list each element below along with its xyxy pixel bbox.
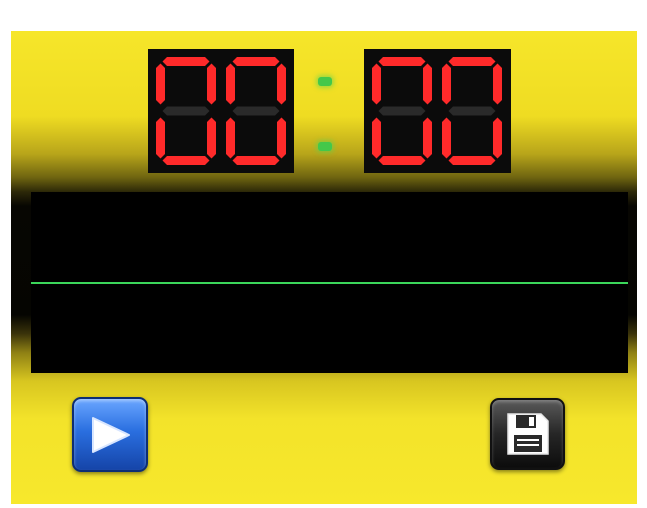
segment-e [372,117,381,159]
segment-f [226,63,235,105]
segment-a [448,57,496,66]
segment-c [207,117,216,159]
colon-bottom-dot [318,142,332,151]
segment-e [156,117,165,159]
segment-f [442,63,451,105]
play-button[interactable] [72,397,148,472]
waveform-trace [31,282,628,284]
segment-f [372,63,381,105]
waveform-display [31,192,628,373]
save-button[interactable] [490,398,565,470]
segment-b [207,63,216,105]
segment-g [162,106,210,116]
segment-c [277,117,286,159]
segment-g [232,106,280,116]
segment-a [232,57,280,66]
segment-c [423,117,432,159]
segment-a [162,57,210,66]
segment-f [156,63,165,105]
segment-d [448,156,496,165]
floppy-disk-icon [506,413,549,455]
segment-b [423,63,432,105]
segment-d [162,156,210,165]
play-icon [92,416,130,453]
segment-g [378,106,426,116]
minutes-digits [156,57,286,165]
segment-b [493,63,502,105]
seconds-display [364,49,511,173]
colon-top-dot [318,77,332,86]
segment-g [448,106,496,116]
segment-d [378,156,426,165]
minutes-display [148,49,294,173]
segment-e [442,117,451,159]
segment-c [493,117,502,159]
segment-a [378,57,426,66]
segment-e [226,117,235,159]
seconds-digits [372,57,502,165]
segment-b [277,63,286,105]
segment-d [232,156,280,165]
